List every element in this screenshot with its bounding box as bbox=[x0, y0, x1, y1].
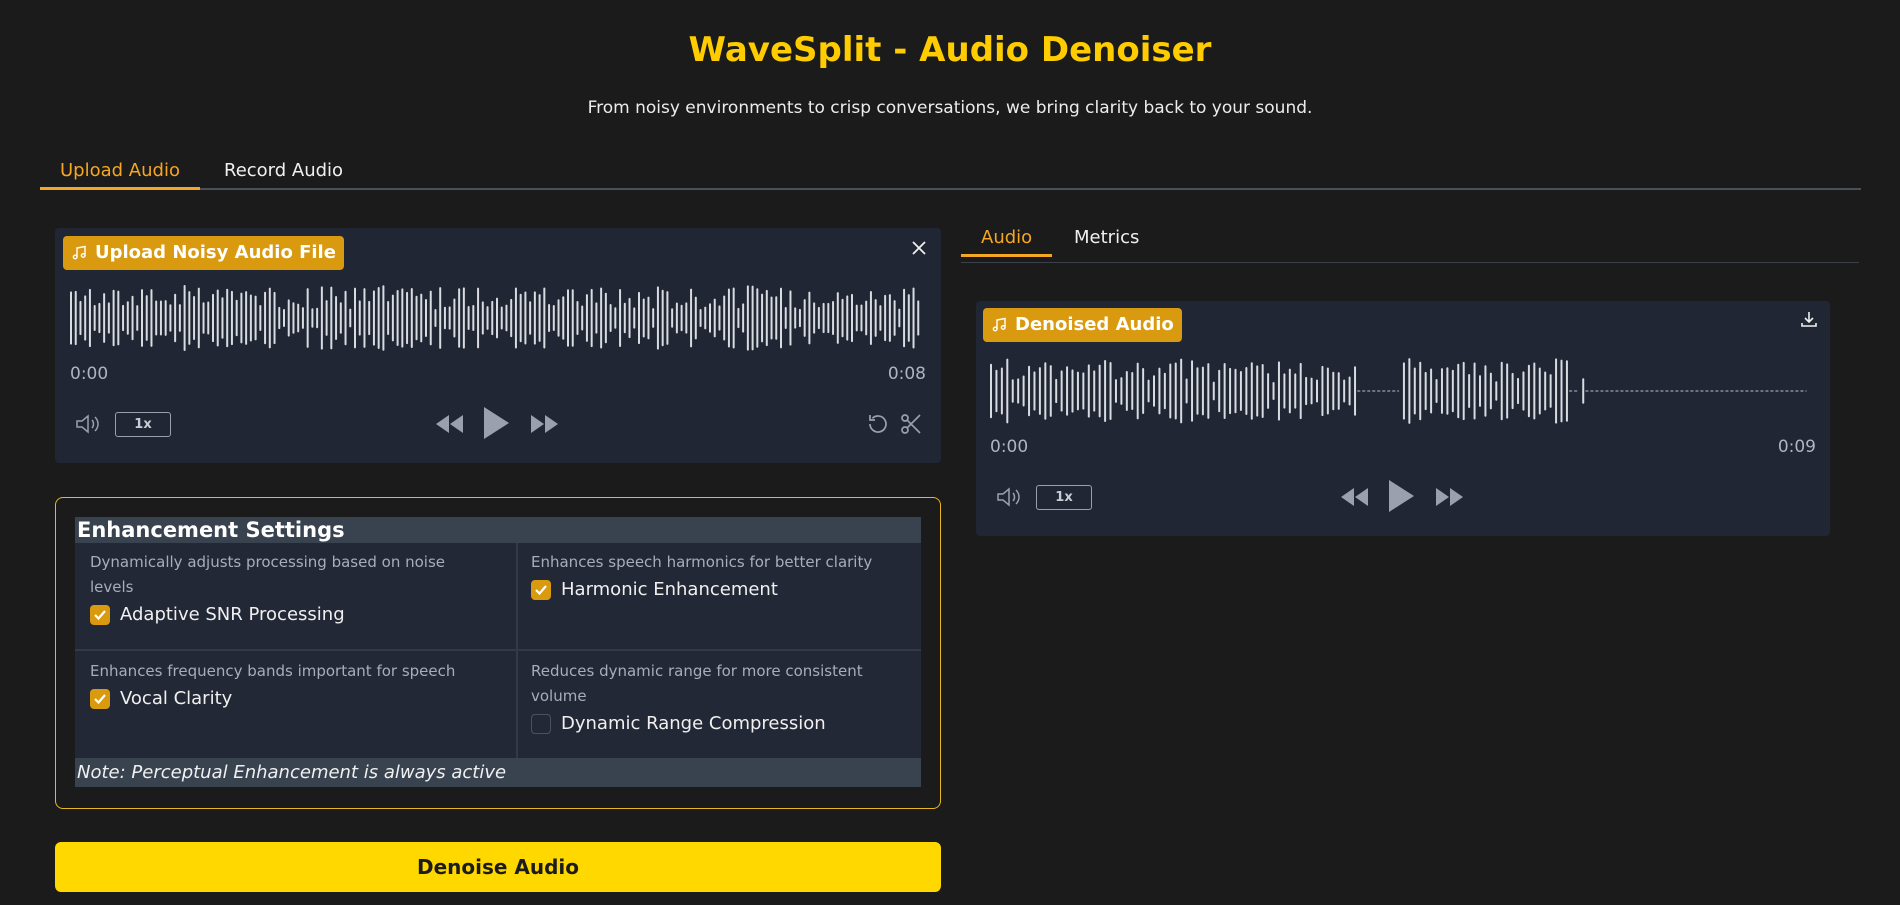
main-tabs: Upload Audio Record Audio bbox=[40, 156, 1861, 190]
tab-upload-audio[interactable]: Upload Audio bbox=[40, 160, 200, 190]
checkbox-checked-icon[interactable] bbox=[90, 688, 110, 709]
option-description: Enhances speech harmonics for better cla… bbox=[531, 553, 873, 571]
volume-icon[interactable] bbox=[996, 485, 1022, 509]
play-icon[interactable] bbox=[1386, 478, 1416, 514]
output-waveform[interactable] bbox=[989, 356, 1819, 426]
input-time-start: 0:00 bbox=[70, 364, 109, 384]
option-description: Enhances frequency bands important for s… bbox=[90, 662, 456, 680]
grid-divider-horizontal bbox=[75, 649, 921, 651]
settings-note: Note: Perceptual Enhancement is always a… bbox=[75, 758, 921, 787]
music-note-icon bbox=[72, 245, 86, 260]
option-vocal-clarity: Enhances frequency bands important for s… bbox=[90, 659, 490, 709]
option-harmonic-enhancement: Enhances speech harmonics for better cla… bbox=[531, 550, 911, 600]
fast-forward-icon[interactable] bbox=[1434, 485, 1464, 509]
app-title: WaveSplit - Audio Denoiser bbox=[688, 30, 1212, 70]
settings-grid: Dynamically adjusts processing based on … bbox=[75, 543, 921, 758]
output-time-start: 0:00 bbox=[990, 437, 1029, 457]
tab-record-audio[interactable]: Record Audio bbox=[204, 160, 363, 190]
option-label: Harmonic Enhancement bbox=[561, 579, 778, 600]
upload-badge[interactable]: Upload Noisy Audio File bbox=[63, 236, 344, 270]
playback-speed-button[interactable]: 1x bbox=[1036, 485, 1092, 510]
input-audio-panel: Upload Noisy Audio File 0:00 0:08 1x bbox=[55, 228, 941, 463]
fast-forward-icon[interactable] bbox=[529, 412, 559, 436]
option-label: Vocal Clarity bbox=[120, 688, 233, 709]
rewind-icon[interactable] bbox=[435, 412, 465, 436]
option-adaptive-snr: Dynamically adjusts processing based on … bbox=[90, 550, 490, 625]
denoised-badge: Denoised Audio bbox=[983, 308, 1182, 342]
settings-heading: Enhancement Settings bbox=[75, 517, 921, 543]
option-description: Reduces dynamic range for more consisten… bbox=[531, 662, 863, 705]
checkbox-checked-icon[interactable] bbox=[90, 604, 110, 625]
input-waveform[interactable] bbox=[69, 283, 929, 353]
play-icon[interactable] bbox=[481, 405, 511, 441]
enhancement-settings: Enhancement Settings Dynamically adjusts… bbox=[55, 497, 941, 809]
output-audio-panel: Denoised Audio 0:00 0:09 1x bbox=[976, 301, 1830, 536]
vocal-clarity-checkbox[interactable]: Vocal Clarity bbox=[90, 688, 490, 709]
checkbox-unchecked-icon[interactable] bbox=[531, 713, 551, 734]
download-icon[interactable] bbox=[1796, 306, 1822, 332]
tab-metrics[interactable]: Metrics bbox=[1054, 227, 1159, 257]
rewind-icon[interactable] bbox=[1340, 485, 1370, 509]
trim-scissors-icon[interactable] bbox=[898, 411, 924, 437]
denoise-audio-button[interactable]: Denoise Audio bbox=[55, 842, 941, 892]
option-label: Dynamic Range Compression bbox=[561, 713, 826, 734]
dynamic-range-compression-checkbox[interactable]: Dynamic Range Compression bbox=[531, 713, 911, 734]
upload-badge-label: Upload Noisy Audio File bbox=[95, 242, 336, 263]
reset-icon[interactable] bbox=[865, 411, 891, 437]
option-dynamic-range-compression: Reduces dynamic range for more consisten… bbox=[531, 659, 911, 734]
tab-audio[interactable]: Audio bbox=[961, 227, 1053, 257]
app-subtitle: From noisy environments to crisp convers… bbox=[587, 98, 1313, 118]
adaptive-snr-checkbox[interactable]: Adaptive SNR Processing bbox=[90, 604, 490, 625]
result-tabs: Audio Metrics bbox=[961, 223, 1859, 263]
checkbox-checked-icon[interactable] bbox=[531, 579, 551, 600]
option-label: Adaptive SNR Processing bbox=[120, 604, 345, 625]
denoised-badge-label: Denoised Audio bbox=[1015, 314, 1174, 335]
close-icon[interactable] bbox=[906, 235, 932, 261]
harmonic-enhancement-checkbox[interactable]: Harmonic Enhancement bbox=[531, 579, 911, 600]
option-description: Dynamically adjusts processing based on … bbox=[90, 553, 445, 596]
music-note-icon bbox=[992, 317, 1006, 332]
playback-speed-button[interactable]: 1x bbox=[115, 412, 171, 437]
volume-icon[interactable] bbox=[75, 412, 101, 436]
input-time-end: 0:08 bbox=[887, 364, 926, 384]
output-time-end: 0:09 bbox=[1777, 437, 1816, 457]
